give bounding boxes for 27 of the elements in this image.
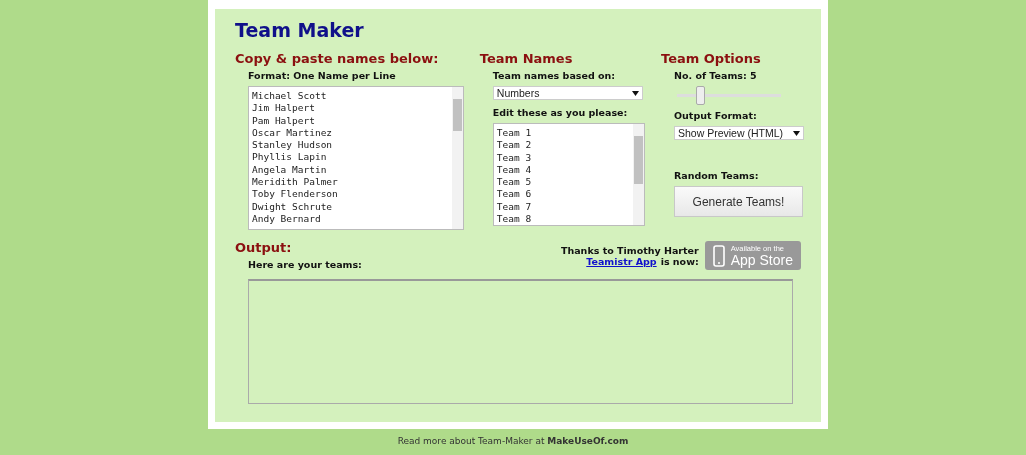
section-heading: Team Options [661, 51, 762, 66]
generate-teams-button[interactable]: Generate Teams! [674, 186, 803, 217]
section-heading: Output: [235, 240, 293, 255]
output-format-label: Output Format: [674, 110, 758, 121]
based-on-label: Team names based on: [492, 70, 617, 81]
section-heading: Copy & paste names below: [235, 51, 440, 66]
names-textarea[interactable]: Michael Scott Jim Halpert Pam Halpert Oscar Martinez Stanley Hudson Phyllis Lapin Angela Martin Meridith Palmer Toby Flenderson Dwight Schrute Andy Bernard [248, 86, 464, 230]
page-title: Team Maker [235, 19, 365, 41]
scrollbar[interactable] [632, 124, 644, 225]
output-label: Here are your teams: [248, 259, 362, 270]
output-format-dropdown[interactable]: Show Preview (HTML) [674, 126, 804, 140]
random-teams-label: Random Teams: [674, 170, 760, 181]
caret-icon [793, 130, 800, 136]
section-heading: Team Names [479, 51, 574, 66]
caret-icon [631, 90, 639, 96]
footer-text: Read more about Team-Maker at MakeUseOf.com [397, 436, 629, 446]
scrollbar[interactable] [452, 87, 463, 229]
teams-slider[interactable] [674, 86, 784, 105]
based-on-dropdown[interactable]: Numbers [492, 86, 643, 100]
teams-count-label: No. of Teams: 5 [674, 70, 758, 81]
phone-icon [712, 244, 725, 267]
app-link[interactable]: Teamistr App [586, 255, 657, 267]
credit-text: Thanks to Timothy Harter [560, 244, 699, 256]
edit-label: Edit these as you please: [492, 107, 629, 118]
format-label: Format: One Name per Line [248, 70, 397, 81]
team-names-textarea[interactable]: Team 1 Team 2 Team 3 Team 4 Team 5 Team 6 Team 7 Team 8 [492, 123, 645, 226]
credit-suffix: is now: [660, 255, 699, 267]
